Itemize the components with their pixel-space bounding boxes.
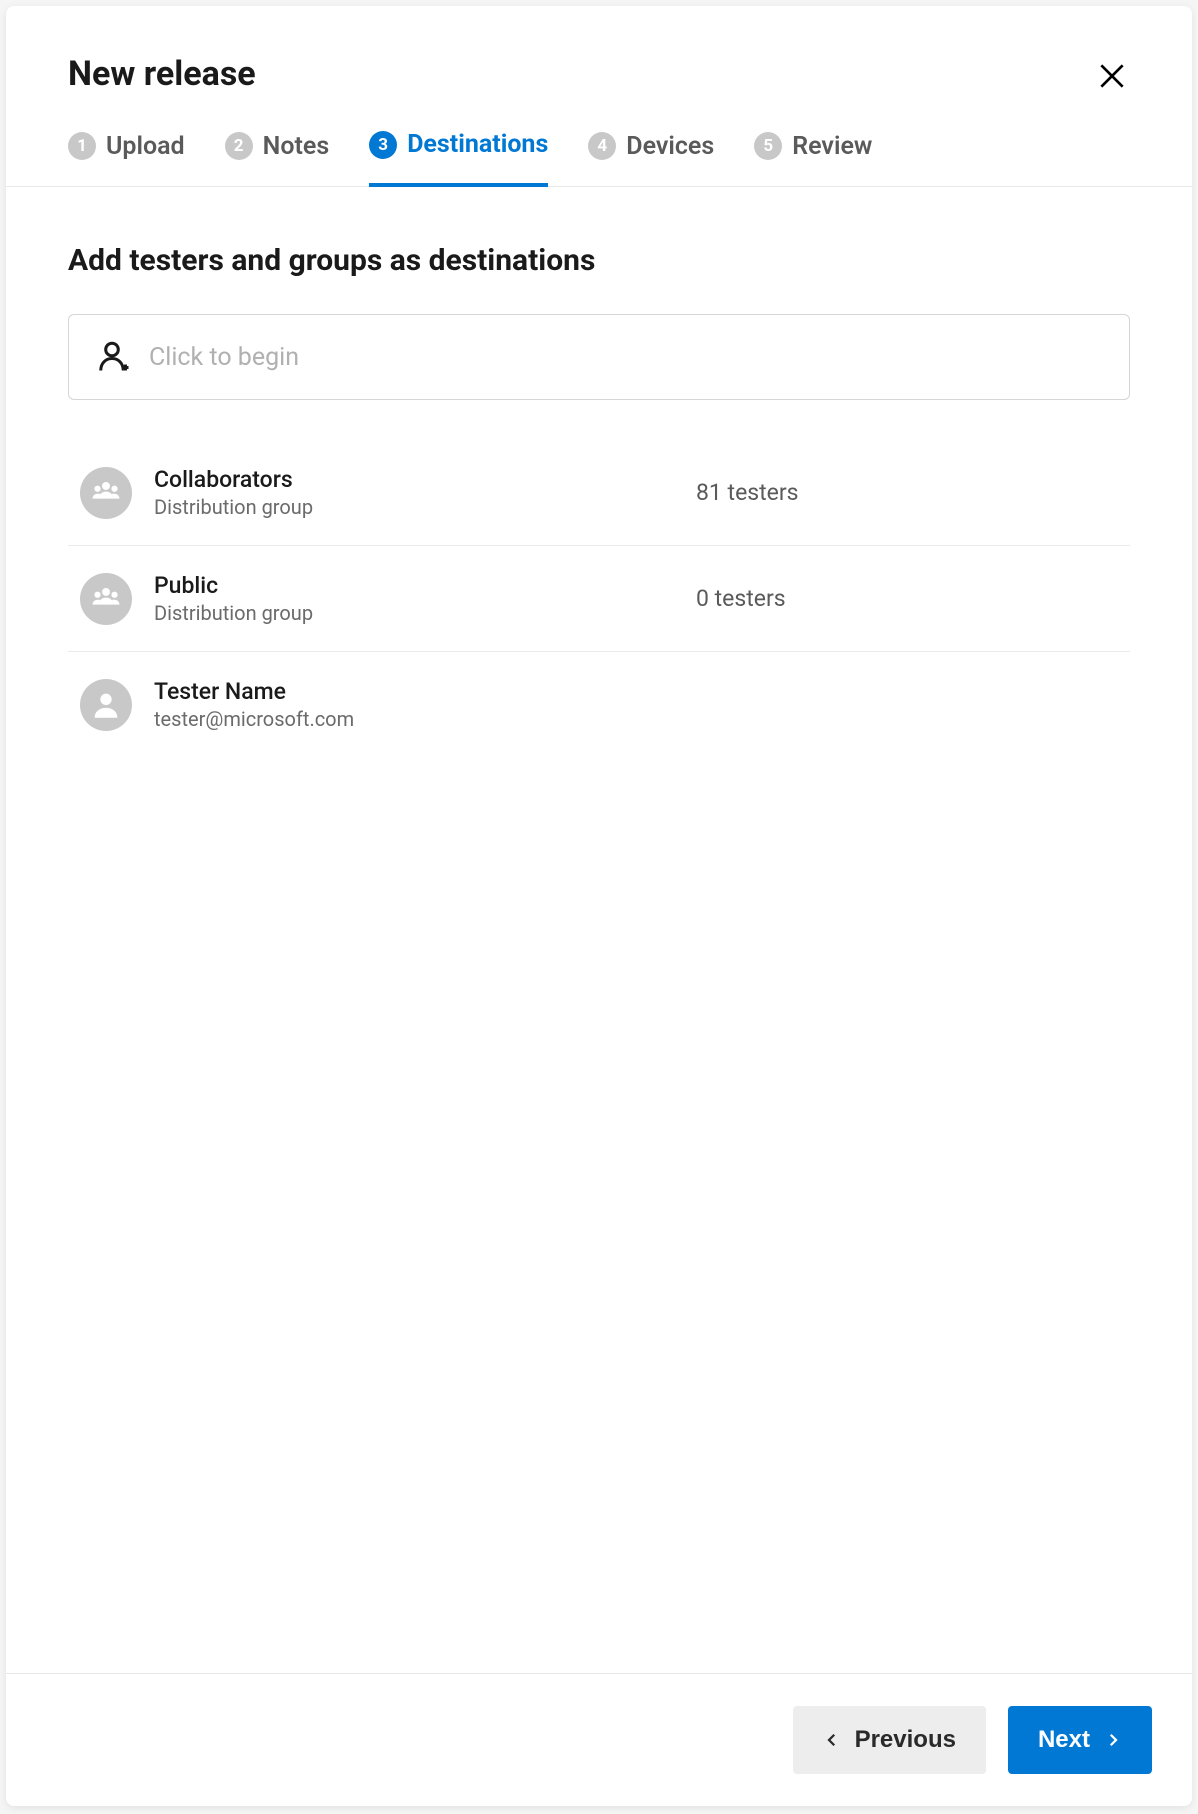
destination-item-tester[interactable]: Tester Name tester@microsoft.com xyxy=(68,652,1130,757)
group-icon xyxy=(80,467,132,519)
destination-subtitle: tester@microsoft.com xyxy=(154,707,576,731)
destinations-list: Collaborators Distribution group 81 test… xyxy=(68,440,1130,757)
destination-subtitle: Distribution group xyxy=(154,495,576,519)
person-add-icon xyxy=(97,339,133,375)
step-review[interactable]: 5 Review xyxy=(754,132,872,185)
previous-label: Previous xyxy=(855,1726,956,1754)
destination-item-public[interactable]: Public Distribution group 0 testers xyxy=(68,546,1130,652)
search-placeholder: Click to begin xyxy=(149,343,299,372)
section-title: Add testers and groups as destinations xyxy=(68,243,1130,278)
destination-info: Public Distribution group xyxy=(154,572,576,625)
previous-button[interactable]: Previous xyxy=(793,1706,986,1774)
modal-footer: Previous Next xyxy=(6,1673,1192,1806)
destination-info: Tester Name tester@microsoft.com xyxy=(154,678,576,731)
tester-search-input[interactable]: Click to begin xyxy=(68,314,1130,400)
step-label: Upload xyxy=(106,132,185,161)
stepper: 1 Upload 2 Notes 3 Destinations 4 Device… xyxy=(68,130,1130,186)
destination-name: Tester Name xyxy=(154,678,576,705)
step-label: Review xyxy=(792,132,872,161)
modal-header: New release 1 Upload 2 Notes 3 Destinati… xyxy=(6,6,1192,187)
destination-name: Public xyxy=(154,572,576,599)
destination-name: Collaborators xyxy=(154,466,576,493)
step-label: Destinations xyxy=(407,130,548,159)
next-label: Next xyxy=(1038,1726,1090,1754)
step-number: 2 xyxy=(225,132,253,160)
step-label: Notes xyxy=(263,132,330,161)
step-notes[interactable]: 2 Notes xyxy=(225,132,330,185)
group-icon xyxy=(80,573,132,625)
step-number: 4 xyxy=(588,132,616,160)
close-button[interactable] xyxy=(1094,58,1130,94)
step-number: 3 xyxy=(369,131,397,159)
step-label: Devices xyxy=(626,132,714,161)
step-destinations[interactable]: 3 Destinations xyxy=(369,130,548,187)
chevron-right-icon xyxy=(1104,1731,1122,1749)
destination-subtitle: Distribution group xyxy=(154,601,576,625)
destination-tester-count: 81 testers xyxy=(576,479,1118,506)
chevron-left-icon xyxy=(823,1731,841,1749)
step-devices[interactable]: 4 Devices xyxy=(588,132,714,185)
modal-title: New release xyxy=(68,54,1130,94)
destination-item-collaborators[interactable]: Collaborators Distribution group 81 test… xyxy=(68,440,1130,546)
step-number: 1 xyxy=(68,132,96,160)
person-icon xyxy=(80,679,132,731)
next-button[interactable]: Next xyxy=(1008,1706,1152,1774)
step-upload[interactable]: 1 Upload xyxy=(68,132,185,185)
close-icon xyxy=(1096,60,1128,92)
modal-body: Add testers and groups as destinations C… xyxy=(6,187,1192,1673)
new-release-modal: New release 1 Upload 2 Notes 3 Destinati… xyxy=(6,6,1192,1806)
step-number: 5 xyxy=(754,132,782,160)
destination-tester-count: 0 testers xyxy=(576,585,1118,612)
destination-info: Collaborators Distribution group xyxy=(154,466,576,519)
